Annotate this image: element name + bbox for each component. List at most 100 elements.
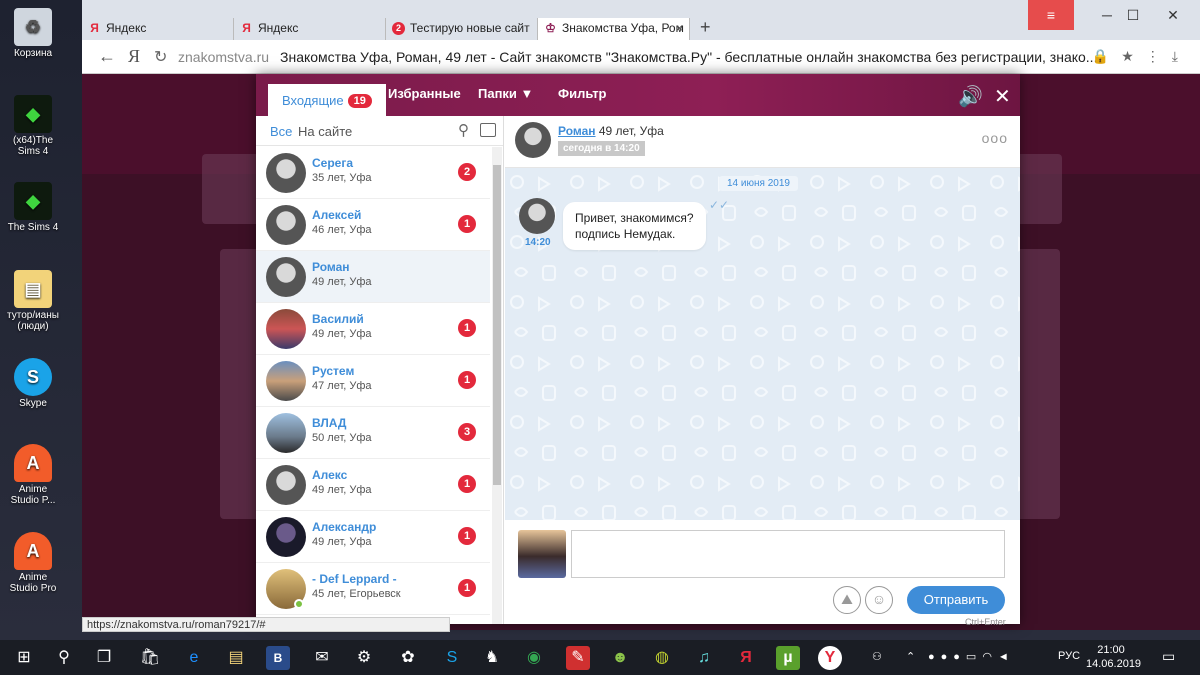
browser-menu-button[interactable]: ≡ [1028,0,1074,30]
filter-on-site[interactable]: На сайте [298,124,352,139]
desktop-icon-recycle-bin[interactable]: ♻ Корзина [4,8,62,59]
photo-icon[interactable]: ⛰ [833,586,861,614]
tray-icons[interactable]: ●●●▭◠◄ [928,650,1015,663]
steam-icon[interactable]: ⚙ [352,646,376,670]
contact-name[interactable]: Серега [312,156,353,170]
skype-icon[interactable]: S [440,646,464,670]
people-icon[interactable]: ⚇ [872,650,882,663]
task-view-icon[interactable]: ❐ [92,646,116,670]
avatar[interactable] [515,122,551,158]
avatar[interactable] [266,153,306,193]
tab-yandex-1[interactable]: Я Яндекс [82,18,234,40]
status-bar-url: https://znakomstva.ru/roman79217/# [82,617,450,632]
contact-row[interactable]: Роман 49 лет, Уфа [256,251,490,303]
tray-expand-icon[interactable]: ⌃ [906,650,915,663]
desktop-icon-anime-studio-p[interactable]: A Anime Studio P... [4,444,62,506]
picasa-icon[interactable]: ✿ [396,646,420,670]
contact-row[interactable]: Василий 49 лет, Уфа 1 [256,303,490,355]
utorrent-icon[interactable]: µ [776,646,800,670]
contact-row[interactable]: Рустем 47 лет, Уфа 1 [256,355,490,407]
windows-start-icon[interactable]: ⊞ [12,646,36,670]
chat-messages: 14 июня 2019 ✓✓ 14:20 Привет, знакомимся… [505,168,1020,520]
scrollbar-thumb[interactable] [493,165,501,485]
tab-inbox[interactable]: Входящие 19 [268,84,386,116]
game-icon[interactable]: ♞ [480,646,504,670]
tab-favorites[interactable]: Избранные [388,86,461,101]
yandex-browser-icon[interactable]: Y [818,646,842,670]
smiley-icon[interactable]: ☺ [865,586,893,614]
taskbar-clock[interactable]: 21:00 14.06.2019 [1086,643,1141,671]
contact-name[interactable]: Александр [312,520,376,534]
contacts-scrollbar[interactable] [492,147,502,624]
desktop-icon-skype[interactable]: S Skype [4,358,62,409]
tab-yandex-2[interactable]: Я Яндекс [234,18,386,40]
close-tab-icon[interactable]: × [676,21,683,35]
new-tab-button[interactable]: + [700,17,711,38]
close-window-button[interactable]: ✕ [1150,0,1196,30]
contact-name[interactable]: Рустем [312,364,354,378]
search-icon[interactable]: ⚲ [458,121,469,139]
tab-folders[interactable]: Папки ▼ [478,86,533,101]
filter-all[interactable]: Все [270,124,292,139]
language-indicator[interactable]: РУС [1058,650,1080,662]
mail-icon[interactable]: ✉ [310,646,334,670]
contact-row[interactable]: Алекс 49 лет, Уфа 1 [256,459,490,511]
contact-name[interactable]: - Def Leppard - [312,572,397,586]
anime-character-icon[interactable]: ♫ [692,646,716,670]
avatar[interactable] [266,309,306,349]
desktop-icon-anime-studio-pro[interactable]: A Anime Studio Pro [4,532,62,594]
contact-name[interactable]: Роман [312,260,350,274]
avatar[interactable] [266,517,306,557]
desktop-icon-sims-x64[interactable]: ◆ (x64)The Sims 4 [4,95,62,157]
ball-icon[interactable]: ◍ [650,646,674,670]
notifications-icon[interactable]: ▭ [1162,648,1175,665]
unread-badge: 2 [458,163,476,181]
avatar[interactable] [266,413,306,453]
store-icon[interactable]: 🛍 [138,646,162,670]
back-arrow-icon[interactable]: ← [98,46,116,67]
avatar[interactable] [266,205,306,245]
contact-row[interactable]: Серега 35 лет, Уфа 2 [256,147,490,199]
contact-row[interactable]: - Def Leppard - 45 лет, Егорьевск 1 [256,563,490,615]
address-domain[interactable]: znakomstva.ru [178,49,269,65]
close-icon[interactable]: ✕ [994,84,1011,109]
app-b-icon[interactable]: B [266,646,290,670]
address-page-title[interactable]: Знакомства Уфа, Роман, 49 лет - Сайт зна… [280,49,1100,65]
chrome-icon[interactable]: ◉ [522,646,546,670]
more-options-icon[interactable]: ooo [982,130,1008,146]
window-icon[interactable] [480,123,496,137]
desktop-icon-sims[interactable]: ◆ The Sims 4 [4,182,62,233]
avatar[interactable] [519,198,555,234]
online-indicator [294,599,304,609]
contact-row[interactable]: Алексей 46 лет, Уфа 1 [256,199,490,251]
address-actions[interactable]: 🔒★⋮⤓ [1092,48,1190,65]
search-icon[interactable]: ⚲ [52,646,76,670]
message-composer: ⛰ ☺ Отправить Ctrl+Enter [505,520,1020,627]
contact-row[interactable]: Александр 49 лет, Уфа 1 [256,511,490,563]
yandex-icon[interactable]: Я [734,646,758,670]
alien-icon[interactable]: ☻ [608,646,632,670]
chat-user-name[interactable]: Роман [558,124,596,138]
avatar[interactable] [266,465,306,505]
desktop-icon-folder[interactable]: ▤ тутор/ианы (люди) [4,270,62,332]
contact-name[interactable]: Василий [312,312,364,326]
send-button[interactable]: Отправить [907,586,1005,614]
pin-icon[interactable]: ✎ [566,646,590,670]
sound-icon[interactable]: 🔊 [958,84,983,109]
tab-znakomstva[interactable]: ♔ Знакомства Уфа, Ром × [538,18,690,40]
send-shortcut-hint: Ctrl+Enter [965,617,1006,627]
avatar[interactable] [266,361,306,401]
contact-name[interactable]: Алекс [312,468,347,482]
contacts-panel: Все На сайте ⚲ Серега 35 лет, Уфа 2 Алексей… [256,116,504,624]
contact-name[interactable]: ВЛАД [312,416,346,430]
contact-row[interactable]: ВЛАД 50 лет, Уфа 3 [256,407,490,459]
yandex-logo-icon[interactable]: Я [128,46,140,67]
reload-icon[interactable]: ↻ [154,47,167,67]
tab-filter[interactable]: Фильтр [558,86,607,101]
edge-icon[interactable]: e [182,646,206,670]
message-input[interactable] [571,530,1005,578]
tab-testing[interactable]: 2 Тестирую новые сайт [386,18,538,40]
contact-name[interactable]: Алексей [312,208,361,222]
file-explorer-icon[interactable]: ▤ [224,646,248,670]
avatar[interactable] [266,257,306,297]
